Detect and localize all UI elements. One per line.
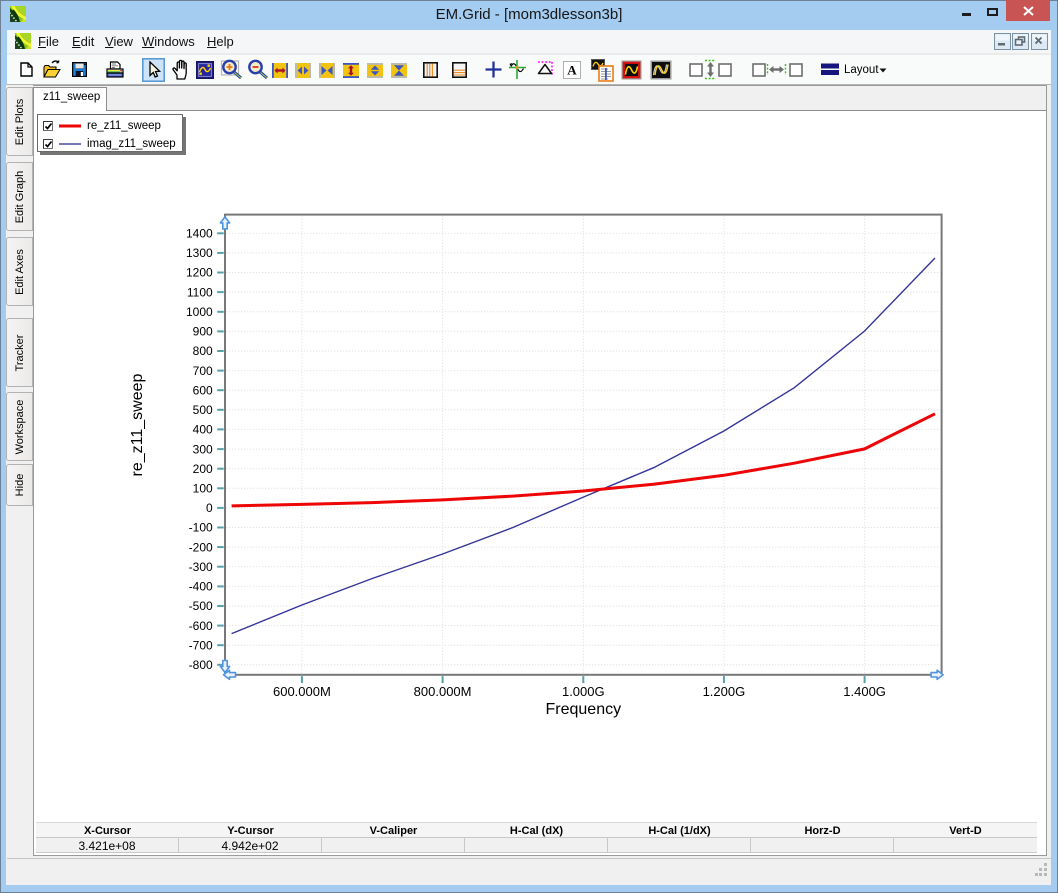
svg-text:1300: 1300	[186, 246, 213, 260]
svg-text:re_z11_sweep: re_z11_sweep	[129, 373, 146, 476]
svg-text:200: 200	[193, 462, 213, 476]
svg-text:400: 400	[193, 423, 213, 437]
svg-text:-200: -200	[189, 540, 213, 554]
svg-text:800: 800	[193, 344, 213, 358]
svg-text:0: 0	[206, 501, 213, 515]
svg-text:-400: -400	[189, 580, 213, 594]
svg-text:-600: -600	[189, 619, 213, 633]
svg-text:900: 900	[193, 325, 213, 339]
svg-text:1.000G: 1.000G	[562, 684, 605, 699]
svg-text:-500: -500	[189, 599, 213, 613]
svg-text:600: 600	[193, 383, 213, 397]
svg-text:800.000M: 800.000M	[414, 684, 472, 699]
svg-text:1.400G: 1.400G	[843, 684, 886, 699]
svg-text:-100: -100	[189, 521, 213, 535]
svg-text:1.200G: 1.200G	[703, 684, 746, 699]
svg-text:-700: -700	[189, 638, 213, 652]
svg-text:1200: 1200	[186, 266, 213, 280]
svg-text:-300: -300	[189, 560, 213, 574]
svg-text:1400: 1400	[186, 227, 213, 241]
svg-text:700: 700	[193, 364, 213, 378]
svg-text:-800: -800	[189, 658, 213, 672]
svg-text:600.000M: 600.000M	[273, 684, 331, 699]
svg-text:1100: 1100	[187, 285, 213, 299]
svg-text:500: 500	[193, 403, 213, 417]
svg-text:300: 300	[193, 442, 213, 456]
svg-text:100: 100	[193, 482, 213, 496]
svg-text:Frequency: Frequency	[546, 701, 622, 718]
svg-text:1000: 1000	[186, 305, 213, 319]
